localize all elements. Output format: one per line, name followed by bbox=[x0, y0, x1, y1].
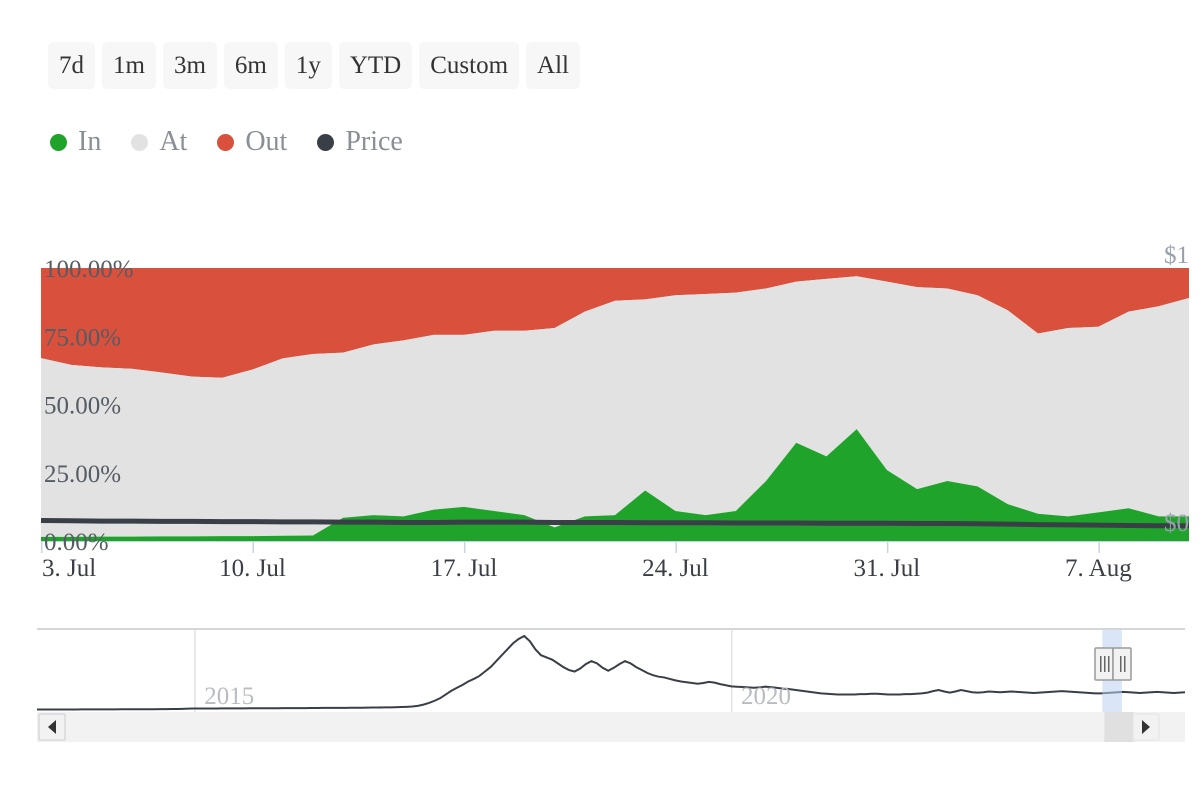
scrollbar-thumb[interactable] bbox=[1104, 712, 1134, 742]
x-axis-tick-label: 10. Jul bbox=[219, 555, 286, 582]
scrollbar-right-arrow-button[interactable] bbox=[1132, 713, 1160, 741]
range-selector: 7d 1m 3m 6m 1y YTD Custom All bbox=[48, 42, 580, 89]
x-axis-tick-label: 24. Jul bbox=[642, 555, 709, 582]
x-axis-ticks bbox=[41, 541, 1189, 553]
range-button-6m[interactable]: 6m bbox=[223, 42, 278, 89]
range-button-ytd[interactable]: YTD bbox=[338, 42, 413, 89]
legend-item-at[interactable]: At bbox=[131, 128, 187, 156]
chevron-left-icon bbox=[48, 720, 56, 734]
navigator-background bbox=[37, 630, 1185, 712]
y-axis-tick-label: 25.00% bbox=[44, 461, 121, 488]
chevron-right-icon bbox=[1142, 720, 1150, 734]
y-axis-tick-label: 100.00% bbox=[44, 256, 134, 283]
scrollbar-track[interactable] bbox=[37, 712, 1185, 742]
x-axis-tick-label: 7. Aug bbox=[1065, 555, 1132, 582]
y-axis-tick-label: 0.00% bbox=[44, 529, 109, 556]
y-axis-tick-label: 50.00% bbox=[44, 393, 121, 420]
legend-item-in[interactable]: In bbox=[50, 128, 101, 156]
legend-item-price[interactable]: Price bbox=[317, 128, 403, 156]
chart-legend: In At Out Price bbox=[50, 128, 403, 156]
range-button-custom[interactable]: Custom bbox=[419, 42, 520, 89]
area-series-out bbox=[41, 268, 1189, 378]
area-series-at bbox=[41, 276, 1189, 537]
legend-dot-in-icon bbox=[50, 133, 67, 151]
legend-label-in: In bbox=[78, 126, 102, 157]
x-axis-tick-label: 17. Jul bbox=[431, 555, 498, 582]
area-series-in bbox=[41, 429, 1189, 541]
navigator-gridlines bbox=[194, 630, 733, 712]
range-button-all[interactable]: All bbox=[526, 42, 580, 89]
x-axis-tick-label: 31. Jul bbox=[854, 555, 921, 582]
navigator-axis-label: 2020 bbox=[741, 683, 791, 710]
y-axis-labels: 0.00% 25.00% 50.00% 75.00% 100.00% bbox=[44, 256, 134, 556]
range-button-1y[interactable]: 1y bbox=[284, 42, 332, 89]
navigator-scrollbar[interactable] bbox=[37, 712, 1185, 742]
x-axis-tick bbox=[41, 541, 43, 553]
legend-label-out: Out bbox=[245, 126, 288, 157]
navigator-gridline bbox=[730, 630, 733, 712]
range-button-3m[interactable]: 3m bbox=[162, 42, 217, 89]
navigator-top-border bbox=[37, 628, 1185, 630]
x-axis-tick bbox=[252, 541, 254, 553]
legend-item-out[interactable]: Out bbox=[217, 128, 287, 156]
x-axis-labels: 3. Jul 10. Jul 17. Jul 24. Jul 31. Jul 7. Aug bbox=[42, 555, 1132, 582]
stock-chart-page: 7d 1m 3m 6m 1y YTD Custom All In At Out … bbox=[0, 0, 1200, 800]
legend-dot-at-icon bbox=[131, 133, 149, 151]
legend-dot-out-icon bbox=[217, 133, 235, 151]
chart-canvas: 0.00% 25.00% 50.00% 75.00% 100.00% 3. Jul 10.… bbox=[0, 0, 1200, 800]
x-axis-tick bbox=[1098, 541, 1100, 553]
y-axis-tick-label: 75.00% bbox=[44, 324, 121, 351]
navigator-gridline bbox=[194, 630, 196, 712]
scrollbar-left-arrow-button[interactable] bbox=[38, 713, 66, 741]
x-axis-tick-label: 3. Jul bbox=[42, 555, 96, 582]
legend-label-at: At bbox=[159, 126, 188, 157]
navigator-axis-labels: 2015 2020 bbox=[204, 683, 791, 710]
line-series-price bbox=[40, 518, 1189, 529]
legend-label-price: Price bbox=[345, 126, 403, 157]
price-axis-max-label: $1 bbox=[1164, 242, 1189, 269]
range-button-1m[interactable]: 1m bbox=[102, 42, 156, 89]
price-axis-min-label: $0 bbox=[1164, 510, 1189, 537]
x-axis-tick bbox=[675, 541, 677, 553]
x-axis-tick bbox=[463, 541, 466, 553]
range-button-7d[interactable]: 7d bbox=[48, 42, 95, 89]
navigator-selected-window[interactable] bbox=[1102, 630, 1122, 712]
legend-dot-price-icon bbox=[317, 133, 335, 151]
navigator-price-line bbox=[37, 634, 1186, 711]
navigator-handle-left[interactable] bbox=[1094, 647, 1114, 681]
navigator-handle-right[interactable] bbox=[1112, 647, 1132, 681]
navigator-axis-label: 2015 bbox=[204, 683, 254, 710]
x-axis-tick bbox=[886, 541, 889, 553]
plot-background bbox=[41, 268, 1189, 541]
navigator[interactable] bbox=[37, 628, 1186, 712]
x-axis-line bbox=[41, 541, 1189, 542]
